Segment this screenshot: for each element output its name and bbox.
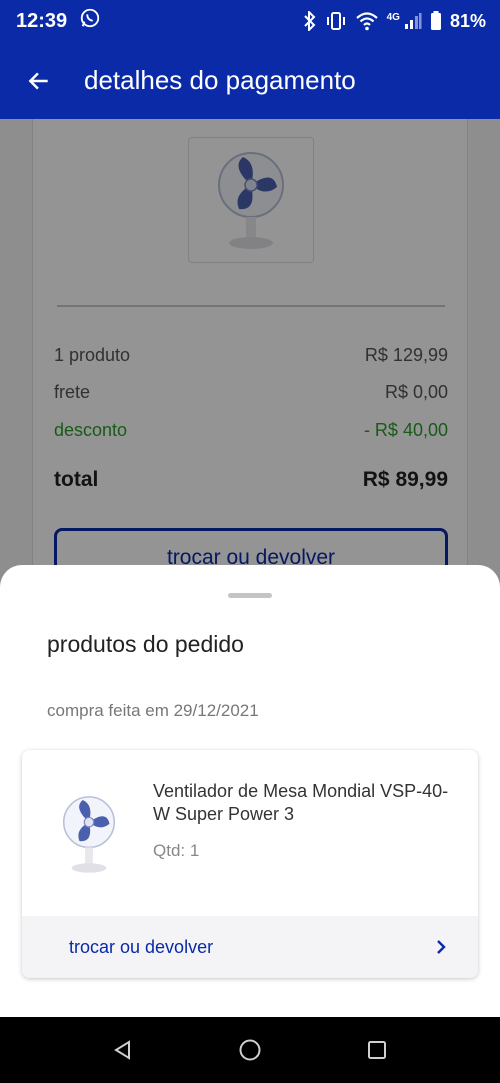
purchase-date: compra feita em 29/12/2021 [47,701,259,720]
order-products-sheet: produtos do pedido compra feita em 29/12… [0,565,500,1017]
battery-percentage: 81% [449,10,486,31]
order-item-image[interactable] [54,788,124,880]
fan-icon [62,796,116,873]
wifi-icon [355,11,379,31]
network-type: 4G [386,11,400,23]
page-title: detalhes do pagamento [84,65,356,95]
app-bar: detalhes do pagamento [0,42,500,119]
status-time: 12:39 [16,9,68,32]
nav-recents-button[interactable] [357,1030,397,1070]
whatsapp-icon [79,7,101,35]
home-circle-icon [239,1039,261,1061]
order-item-quantity: Qtd: 1 [153,841,200,860]
status-bar: 12:39 4G 81% [0,0,500,42]
recents-square-icon [367,1041,386,1059]
back-triangle-icon [114,1040,131,1060]
bluetooth-icon [303,11,317,31]
back-button[interactable] [0,42,78,119]
battery-icon [430,11,442,31]
system-navigation-bar [0,1017,500,1083]
arrow-left-icon [28,72,48,89]
nav-home-button[interactable] [230,1030,270,1070]
order-item-name: Ventilador de Mesa Mondial VSP-40-W Supe… [153,781,449,824]
sheet-title: produtos do pedido [47,631,244,657]
order-exchange-return-link[interactable]: trocar ou devolver [22,916,478,978]
order-item-card: Ventilador de Mesa Mondial VSP-40-W Supe… [22,750,478,978]
order-action-label: trocar ou devolver [69,936,214,957]
vibrate-icon [325,11,347,31]
sheet-drag-handle[interactable] [228,593,272,598]
signal-icon [404,12,422,30]
nav-back-button[interactable] [103,1030,143,1070]
chevron-right-icon [437,940,446,954]
